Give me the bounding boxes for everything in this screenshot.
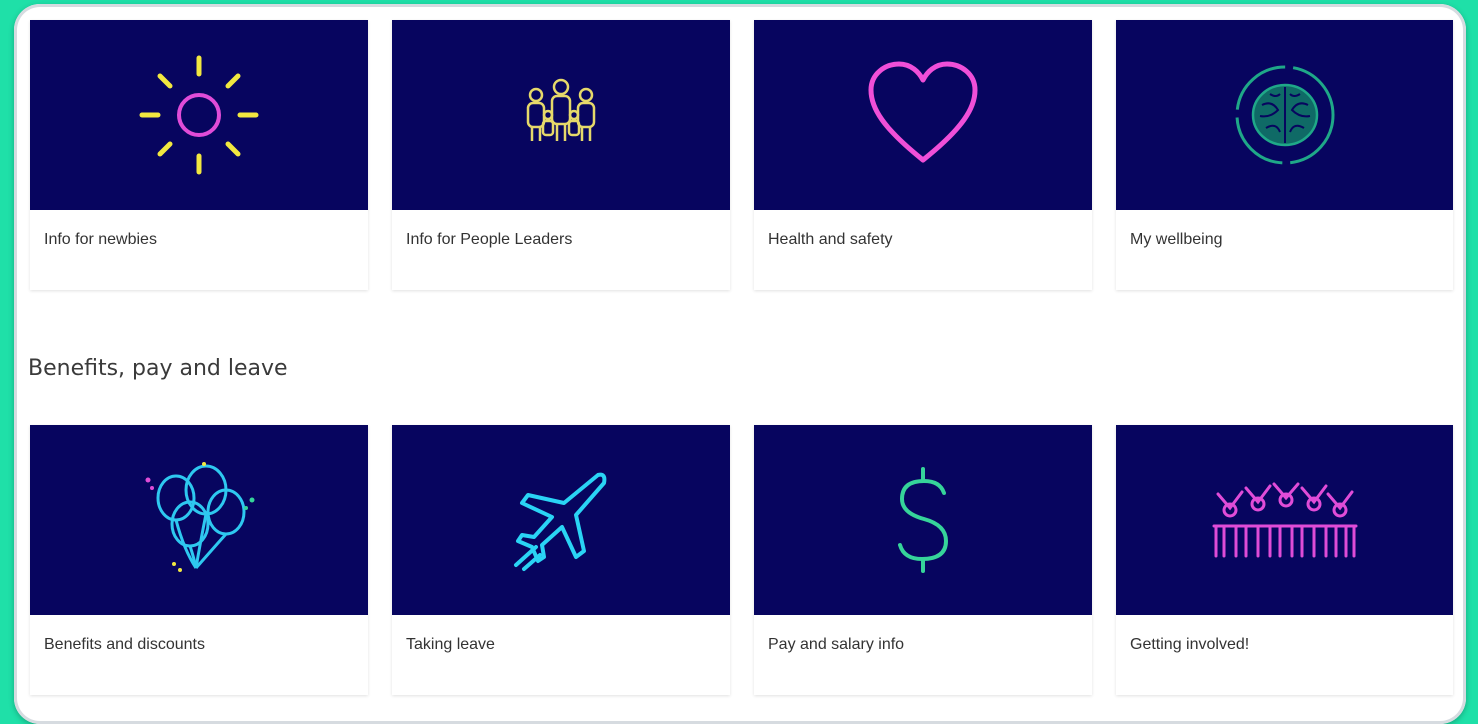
airplane-icon bbox=[514, 472, 607, 571]
brain-icon bbox=[1235, 65, 1334, 165]
card-label: Info for newbies bbox=[44, 231, 157, 248]
card-label: My wellbeing bbox=[1130, 231, 1223, 248]
card-image bbox=[754, 20, 1092, 210]
quicklinks-grid: Info for newbies Info for People Leaders… bbox=[30, 20, 1455, 290]
people-group-icon bbox=[526, 78, 596, 141]
card-image bbox=[30, 425, 368, 615]
card-label: Getting involved! bbox=[1130, 636, 1250, 653]
card-getting-involved[interactable]: Getting involved! bbox=[1116, 425, 1453, 695]
card-image bbox=[1116, 20, 1453, 210]
card-label: Info for People Leaders bbox=[406, 231, 573, 248]
card-image bbox=[30, 20, 368, 210]
card-info-for-newbies[interactable]: Info for newbies bbox=[30, 20, 368, 290]
celebration-icon bbox=[1212, 482, 1357, 558]
card-health-and-safety[interactable]: Health and safety bbox=[754, 20, 1092, 290]
card-benefits-and-discounts[interactable]: Benefits and discounts bbox=[30, 425, 368, 695]
card-image bbox=[392, 20, 730, 210]
content-frame: Info for newbies Info for People Leaders… bbox=[14, 4, 1466, 724]
heart-icon bbox=[868, 61, 978, 163]
card-my-wellbeing[interactable]: My wellbeing bbox=[1116, 20, 1453, 290]
card-image bbox=[754, 425, 1092, 615]
benefits-grid: Benefits and discounts Taking leave Pay … bbox=[30, 425, 1455, 695]
sun-icon bbox=[139, 55, 259, 175]
card-image bbox=[392, 425, 730, 615]
card-image bbox=[1116, 425, 1453, 615]
card-taking-leave[interactable]: Taking leave bbox=[392, 425, 730, 695]
section-heading: Benefits, pay and leave bbox=[28, 356, 288, 381]
card-label: Taking leave bbox=[406, 636, 495, 653]
dollar-icon bbox=[898, 467, 949, 573]
card-label: Health and safety bbox=[768, 231, 893, 248]
card-label: Benefits and discounts bbox=[44, 636, 205, 653]
card-info-for-people-leaders[interactable]: Info for People Leaders bbox=[392, 20, 730, 290]
card-label: Pay and salary info bbox=[768, 636, 905, 653]
card-pay-and-salary-info[interactable]: Pay and salary info bbox=[754, 425, 1092, 695]
balloons-icon bbox=[145, 462, 255, 572]
